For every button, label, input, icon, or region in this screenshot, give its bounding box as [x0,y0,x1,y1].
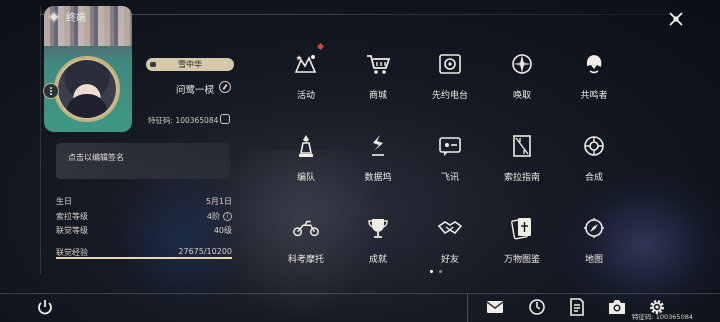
bottom-bar-separator [467,294,468,322]
terminal-diamond-icon [48,11,60,23]
menu-item-radio[interactable]: 先约电台 [412,50,488,114]
edit-nickname-icon[interactable] [219,81,231,93]
experience-bar-fill [56,257,232,259]
power-button[interactable] [34,296,56,318]
menu-label: 飞讯 [440,173,459,183]
stat-key: 生日 [56,197,72,206]
menu-label: 共鸣者 [580,91,608,101]
menu-label: 唤取 [512,91,531,101]
menu-item-activity[interactable]: 活动 [268,42,344,114]
close-icon [669,12,683,26]
radio-icon [436,50,464,78]
activity-icon [292,50,320,78]
camera-button[interactable] [606,296,628,318]
power-icon [38,300,52,315]
menu-item-resonators[interactable]: 共鸣者 [556,50,632,114]
map-compass-icon [580,214,608,242]
notice-button[interactable] [566,296,588,318]
menu-label: 科考摩托 [287,255,324,265]
motorcycle-icon [292,214,320,242]
stat-value: 4阶 [206,212,220,221]
uid-value: 100365084 [175,116,219,125]
menu-item-commission[interactable]: 科考摩托 [268,214,344,278]
menu-item-synthesis[interactable]: 合成 [556,132,632,196]
activity-alert-badge [316,42,325,51]
experience-bar [56,257,232,259]
menu-item-guide[interactable]: 索拉指南 [484,132,560,196]
stat-value: 5月1日 [205,197,232,206]
trophy-icon [364,214,392,242]
data-dock-icon [364,132,392,160]
title-badge[interactable]: 雪中华 [146,58,234,72]
title-badge-label: 雪中华 [146,58,234,71]
menu-label: 万物图鉴 [503,255,540,265]
notice-icon [570,298,584,316]
signature-placeholder: 点击以编辑签名 [68,153,124,162]
page-dot-1[interactable] [430,270,433,273]
avatar-more-button[interactable] [43,83,59,99]
menu-label: 地图 [584,255,603,265]
bottom-bar-divider [0,293,720,294]
player-uid: 特征码: 100365084 [148,115,218,126]
character-icon [580,50,608,78]
avatar-card[interactable] [44,6,132,132]
page-dot-2[interactable] [439,270,442,273]
stat-key: 联觉等级 [56,226,88,235]
uid-label: 特征码: [148,116,174,125]
info-icon[interactable]: i [223,212,232,221]
stat-key: 索拉等级 [56,212,88,221]
stat-value: 40级 [213,226,232,235]
menu-label: 活动 [296,91,315,101]
menu-label: 好友 [440,255,459,265]
terminal-title-text: 终端 [66,13,86,24]
menu-label: 编队 [296,173,315,183]
menu-label: 商城 [368,91,387,101]
menu-item-achievements[interactable]: 成就 [340,214,416,278]
menu-label: 先约电台 [431,91,468,101]
stat-row-union-level: 联觉等级 40级 [56,225,232,237]
team-chess-icon [292,132,320,160]
menu-item-team[interactable]: 编队 [268,132,344,196]
menu-item-map[interactable]: 地图 [556,214,632,278]
page-indicator [430,270,442,273]
player-nickname: 问鹭一棂 [176,85,215,96]
avatar[interactable] [58,60,116,118]
menu-item-collection[interactable]: 万物图鉴 [484,214,560,278]
menu-item-summon[interactable]: 唤取 [484,50,560,114]
mail-icon [486,301,504,313]
stat-row-sol-level: 索拉等级 4阶 i [56,211,232,223]
clock-button[interactable] [526,296,548,318]
menu-label: 合成 [584,173,603,183]
menu-label: 数据坞 [364,173,392,183]
stat-value-wrap: 4阶 i [207,211,232,222]
shopping-cart-icon [364,50,392,78]
close-button[interactable] [664,8,688,30]
experience-value: 27675/10200 [178,247,232,256]
menu-label: 索拉指南 [503,173,540,183]
camera-icon [609,300,625,314]
menu-item-data-dock[interactable]: 数据坞 [340,132,416,196]
menu-item-messages[interactable]: 飞讯 [412,132,488,196]
handshake-icon [436,214,464,242]
guide-book-icon [508,132,536,160]
card-collection-icon [508,214,536,242]
bottom-uid: 特征码: 100365084 [632,313,693,321]
mail-button[interactable] [484,296,506,318]
summon-compass-icon [508,50,536,78]
messenger-icon [436,132,464,160]
stat-row-birthday: 生日 5月1日 [56,196,232,208]
terminal-title: 终端 [48,9,86,24]
menu-label: 成就 [368,255,387,265]
copy-uid-icon[interactable] [220,114,230,124]
synthesis-icon [580,132,608,160]
menu-item-friends[interactable]: 好友 [412,214,488,278]
menu-item-shop[interactable]: 商城 [340,50,416,114]
clock-icon [529,299,545,315]
